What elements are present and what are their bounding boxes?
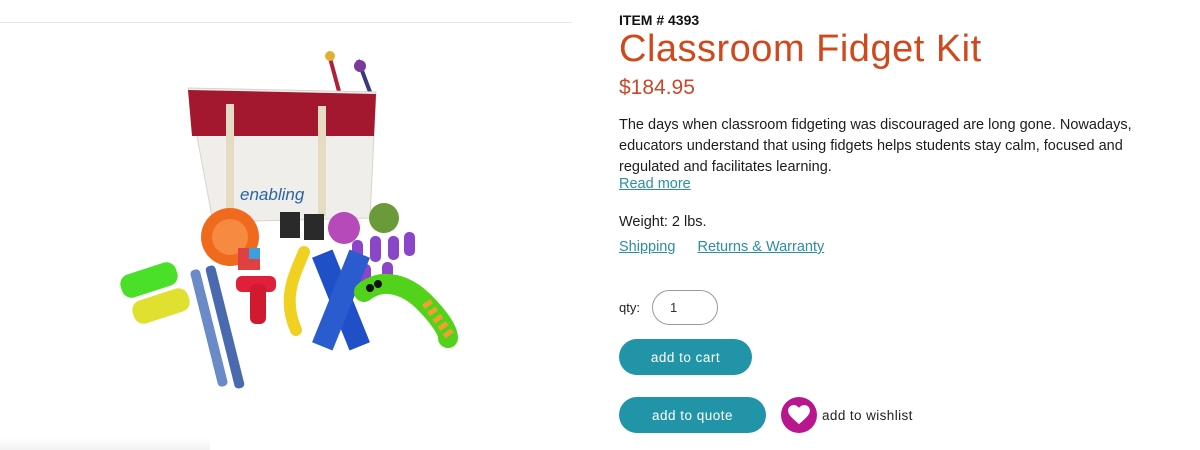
policy-links: Shipping Returns & Warranty (619, 239, 842, 255)
returns-warranty-link[interactable]: Returns & Warranty (697, 239, 824, 255)
add-to-quote-button[interactable]: add to quote (619, 397, 766, 433)
shipping-link[interactable]: Shipping (619, 239, 675, 255)
product-title: Classroom Fidget Kit (619, 28, 982, 70)
heart-icon (781, 397, 817, 433)
qty-input[interactable] (652, 290, 718, 325)
divider (0, 22, 572, 23)
read-more-link[interactable]: Read more (619, 176, 691, 192)
product-image[interactable]: enabling (108, 40, 468, 390)
gallery-footer-fade (0, 438, 210, 450)
item-number: ITEM # 4393 (619, 12, 700, 28)
product-gallery: enabling (0, 0, 580, 450)
product-price: $184.95 (619, 76, 695, 99)
add-to-cart-button[interactable]: add to cart (619, 339, 752, 375)
product-image-brand: enabling (240, 185, 305, 204)
product-details: ITEM # 4393 Classroom Fidget Kit $184.95… (619, 0, 1179, 450)
wishlist-label: add to wishlist (822, 407, 913, 423)
product-weight: Weight: 2 lbs. (619, 214, 707, 230)
product-description: The days when classroom fidgeting was di… (619, 117, 1132, 175)
add-to-wishlist-button[interactable]: add to wishlist (781, 397, 913, 433)
qty-label: qty: (619, 300, 640, 315)
